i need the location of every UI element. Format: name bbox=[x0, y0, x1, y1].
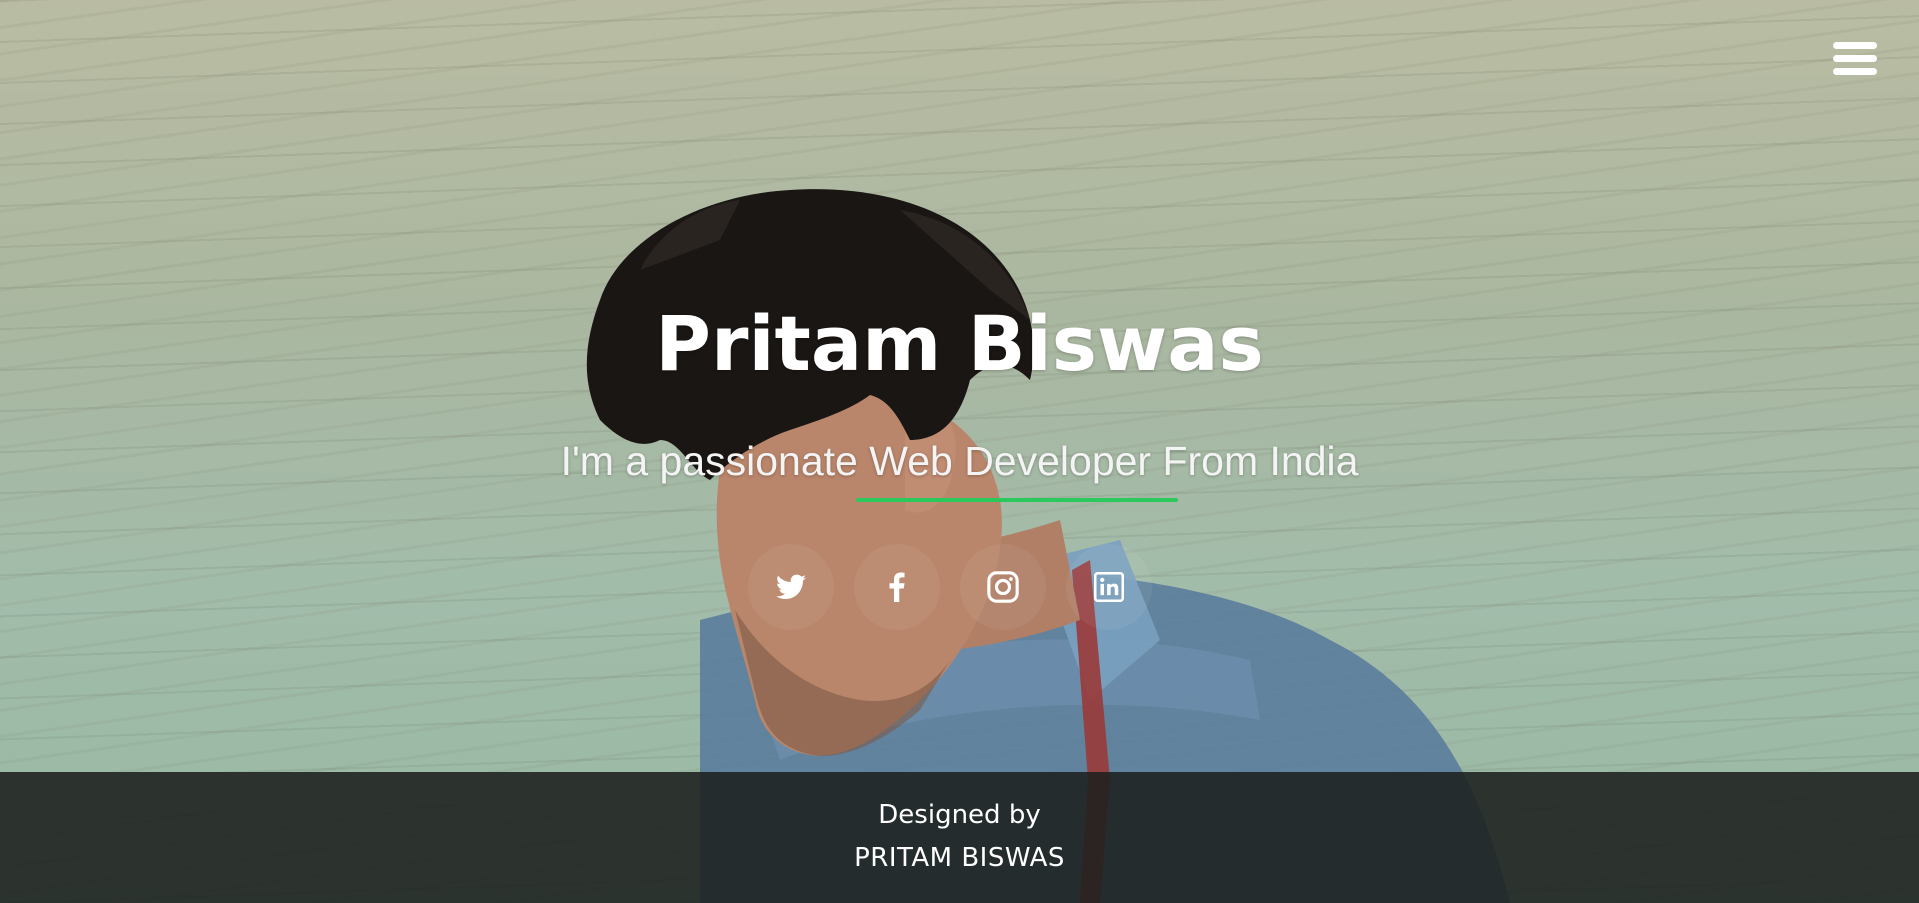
hero-section: Pritam Biswas I'm a passionate Web Devel… bbox=[0, 0, 1919, 903]
footer-author: PRITAM BISWAS bbox=[854, 843, 1065, 873]
hero-tagline: I'm a passionate Web Developer From Indi… bbox=[560, 438, 1359, 484]
linkedin-link[interactable] bbox=[1066, 544, 1152, 630]
footer: Designed by PRITAM BISWAS bbox=[0, 772, 1919, 903]
twitter-icon bbox=[776, 574, 806, 599]
instagram-link[interactable] bbox=[960, 544, 1046, 630]
hamburger-menu-icon bbox=[1833, 42, 1877, 49]
footer-designed-by: Designed by bbox=[878, 800, 1041, 830]
instagram-icon bbox=[987, 571, 1019, 603]
facebook-link[interactable] bbox=[854, 544, 940, 630]
hero-name: Pritam Biswas bbox=[655, 299, 1264, 388]
menu-button[interactable] bbox=[1831, 38, 1879, 82]
twitter-link[interactable] bbox=[748, 544, 834, 630]
linkedin-icon bbox=[1094, 572, 1124, 602]
facebook-icon bbox=[889, 572, 905, 602]
tagline-underline bbox=[856, 498, 1178, 502]
